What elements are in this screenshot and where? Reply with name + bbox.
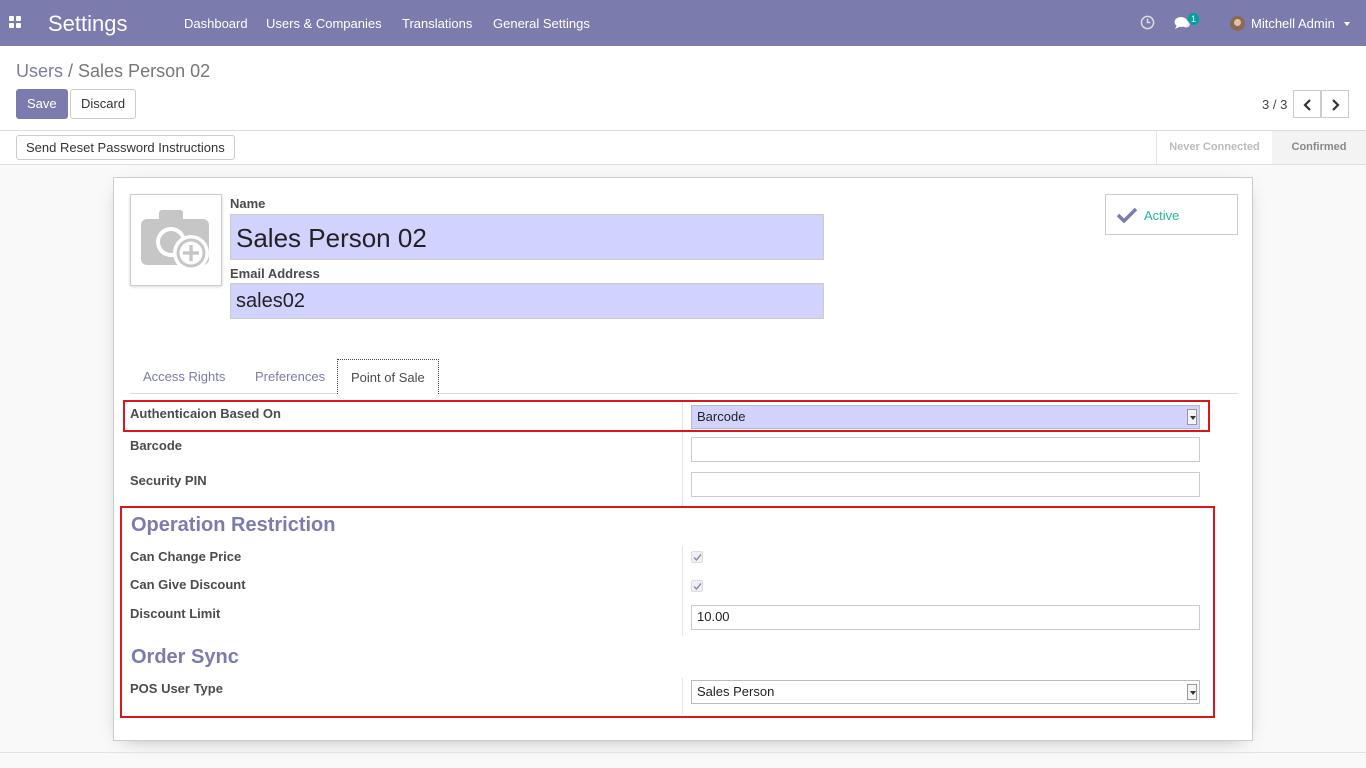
breadcrumb-users[interactable]: Users [16,61,63,81]
chevron-left-icon [1303,99,1311,111]
pos-user-type-select[interactable]: Sales Person [691,680,1200,704]
form-sheet: Name Sales Person 02 Email Address sales… [113,177,1253,741]
menu-dashboard[interactable]: Dashboard [184,16,248,31]
barcode-input[interactable] [691,437,1200,462]
discard-button[interactable]: Discard [70,89,137,119]
clock-icon[interactable] [1140,15,1155,33]
discount-limit-input[interactable]: 10.00 [691,605,1200,630]
pager-next-button[interactable] [1321,90,1349,118]
pos-user-type-value: Sales Person [697,684,775,699]
footer-divider [0,752,1366,753]
checkmark-icon [693,583,702,591]
annotation-box-auth [123,400,1210,432]
email-input[interactable]: sales02 [230,283,824,319]
column-divider-3 [682,678,683,714]
message-count-badge: 1 [1188,13,1200,25]
discount-limit-label: Discount Limit [130,606,221,621]
can-give-discount-label: Can Give Discount [130,577,246,592]
security-pin-label: Security PIN [130,473,207,488]
active-toggle-button[interactable]: Active [1105,194,1238,235]
pager-previous-button[interactable] [1293,90,1321,118]
tab-point-of-sale[interactable]: Point of Sale [337,359,439,394]
menu-general-settings[interactable]: General Settings [493,16,590,31]
status-bar: Send Reset Password Instructions Never C… [0,131,1366,165]
camera-plus-icon [141,210,209,271]
security-pin-input[interactable] [691,472,1200,497]
tab-preferences[interactable]: Preferences [242,359,338,394]
user-photo[interactable] [130,194,222,286]
email-label: Email Address [230,266,320,281]
order-sync-title: Order Sync [131,646,239,668]
can-change-price-label: Can Change Price [130,549,242,564]
name-input[interactable]: Sales Person 02 [230,214,824,260]
caret-down-icon[interactable] [1344,22,1350,26]
breadcrumb-separator: / [68,61,74,81]
pos-user-type-label: POS User Type [130,681,223,696]
can-change-price-checkbox[interactable] [691,551,703,563]
dropdown-arrow-icon [1187,684,1197,700]
breadcrumb: Users / Sales Person 02 [16,61,210,82]
form-tabs: Access Rights Preferences Point of Sale [130,359,1238,394]
app-title: Settings [48,11,128,36]
stage-never-connected: Never Connected [1156,131,1272,164]
column-divider-2 [682,546,683,636]
pager-value: 3 / 3 [1262,97,1288,112]
stage-confirmed: Confirmed [1272,131,1366,164]
operation-restriction-title: Operation Restriction [131,514,336,536]
breadcrumb-current: Sales Person 02 [78,61,211,81]
save-button[interactable]: Save [16,89,68,119]
chevron-right-icon [1332,99,1340,111]
menu-users-companies[interactable]: Users & Companies [266,16,382,31]
user-menu[interactable]: Mitchell Admin [1251,16,1335,31]
can-give-discount-checkbox[interactable] [691,580,703,592]
apps-grid-icon[interactable] [9,16,23,30]
check-icon [1116,207,1138,223]
menu-translations[interactable]: Translations [402,16,472,31]
barcode-label: Barcode [130,438,183,453]
reset-password-button[interactable]: Send Reset Password Instructions [16,135,235,160]
name-label: Name [230,196,266,211]
tab-access-rights[interactable]: Access Rights [130,359,238,394]
stage-arrow [1262,131,1272,165]
avatar[interactable] [1230,16,1245,31]
checkmark-icon [693,554,702,562]
top-navbar: Settings Dashboard Users & Companies Tra… [0,0,1366,46]
active-label: Active [1144,208,1180,223]
control-panel: Users / Sales Person 02 Save Discard 3 / 3 [0,46,1366,131]
